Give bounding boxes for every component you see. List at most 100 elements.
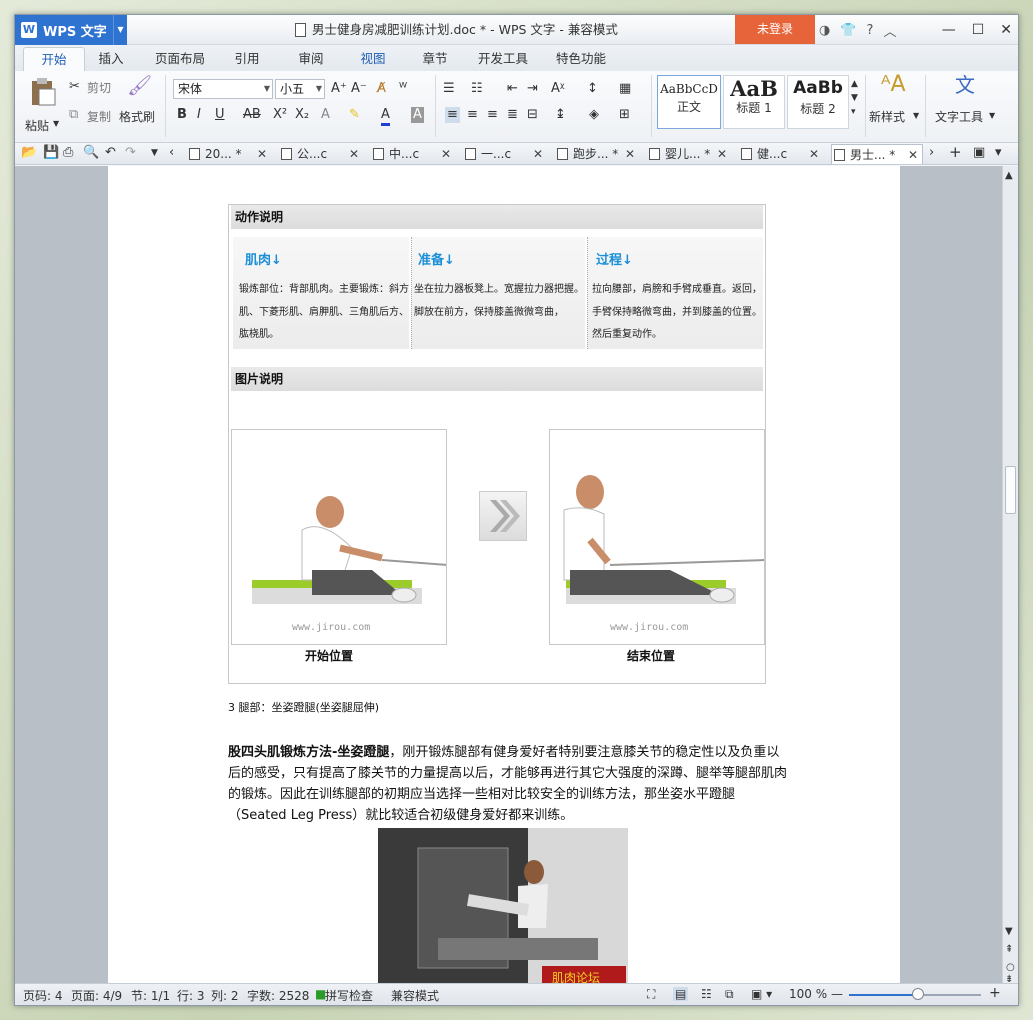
doc-tab[interactable]: 20... * ✕ (187, 144, 271, 164)
outline-view-icon[interactable]: ☷ (701, 987, 712, 1001)
tab-chapter[interactable]: 章节 (415, 47, 455, 71)
doc-tab[interactable]: 婴儿... * ✕ (647, 144, 731, 164)
align-right-icon[interactable]: ≡ (487, 107, 498, 123)
doc-tab[interactable]: 健...c ✕ (739, 144, 823, 164)
prev-page-icon[interactable]: ⇞ (1005, 942, 1013, 958)
numbered-list-icon[interactable]: ☷ (471, 81, 483, 97)
zoom-in-icon[interactable]: + (989, 985, 1001, 1001)
shrink-font-icon[interactable]: A⁻ (351, 81, 367, 97)
maximize-icon[interactable]: ☐ (972, 22, 985, 38)
zoom-out-icon[interactable]: — (831, 987, 843, 1001)
font-family-select[interactable]: 宋体 ▼ (173, 79, 273, 99)
collapse-ribbon-icon[interactable]: ︿ (883, 21, 896, 40)
underline-icon[interactable]: U (215, 107, 225, 123)
bullet-list-icon[interactable]: ☰ (443, 81, 455, 97)
new-tab-icon[interactable]: + (949, 144, 962, 160)
skin-icon[interactable]: ◑ (819, 23, 830, 38)
chevron-down-icon[interactable]: ▼ (989, 111, 995, 120)
style-normal[interactable]: AaBbCcD 正文 (657, 75, 721, 129)
align-center-icon[interactable]: ≡ (467, 107, 478, 123)
spell-check-button[interactable]: 拼写检查 (325, 987, 373, 1004)
vertical-scrollbar[interactable]: ▲ ▼ ⇞ ○ ⇟ (1002, 166, 1018, 985)
close-icon[interactable]: ✕ (908, 145, 918, 165)
new-style-button[interactable]: 新样式 (869, 108, 905, 125)
tab-insert[interactable]: 插入 (91, 47, 131, 71)
align-left-icon[interactable]: ≡ (445, 107, 460, 123)
grow-font-icon[interactable]: A⁺ (331, 81, 347, 97)
style-heading-2[interactable]: AaBb 标题 2 (787, 75, 849, 129)
fullscreen-icon[interactable]: ⛶ (647, 987, 655, 1002)
chevron-down-icon[interactable]: ▼ (151, 145, 158, 161)
chevron-down-icon[interactable]: ▼ (113, 15, 127, 45)
line-spacing-icon[interactable]: ↨ (555, 107, 566, 123)
doc-tab[interactable]: 一...c ✕ (463, 144, 547, 164)
doc-tab[interactable]: 跑步... * ✕ (555, 144, 639, 164)
strikethrough-icon[interactable]: AB (243, 107, 261, 123)
tab-review[interactable]: 审阅 (291, 47, 331, 71)
print-icon[interactable]: ⎙ (63, 145, 73, 161)
print-preview-icon[interactable]: 🔍 (83, 145, 99, 161)
cut-button[interactable]: 剪切 (87, 79, 111, 96)
doc-tab-active[interactable]: 男士... * ✕ (831, 144, 923, 164)
close-icon[interactable]: ✕ (441, 144, 451, 164)
redo-icon[interactable]: ↷ (125, 145, 136, 161)
tab-scroll-right-icon[interactable]: › (929, 145, 934, 161)
justify-icon[interactable]: ≣ (507, 107, 518, 123)
chevron-down-icon[interactable]: ▼ (913, 111, 919, 120)
close-icon[interactable]: ✕ (257, 144, 267, 164)
borders-icon[interactable]: ⊞ (619, 107, 630, 123)
distribute-icon[interactable]: ⊟ (527, 107, 538, 123)
tab-references[interactable]: 引用 (227, 47, 267, 71)
superscript-icon[interactable]: X² (273, 107, 287, 123)
close-icon[interactable]: ✕ (717, 144, 727, 164)
text-effect-icon[interactable]: A (321, 107, 330, 123)
increase-indent-icon[interactable]: ⇥ (527, 81, 538, 97)
tab-developer[interactable]: 开发工具 (471, 47, 535, 71)
tab-scroll-left-icon[interactable]: ‹ (169, 145, 174, 161)
subscript-icon[interactable]: X₂ (295, 107, 309, 123)
text-tools-button[interactable]: 文字工具 (935, 108, 983, 125)
help-icon[interactable]: ? (867, 23, 874, 38)
sort-icon[interactable]: ↕ (587, 81, 598, 97)
highlight-icon[interactable]: ✎ (349, 107, 360, 123)
tab-page-layout[interactable]: 页面布局 (149, 47, 211, 71)
tab-view[interactable]: 视图 (353, 47, 393, 71)
font-color-icon[interactable]: A (381, 107, 390, 126)
shading-icon[interactable]: ◈ (589, 107, 599, 123)
close-icon[interactable]: ✕ (809, 144, 819, 164)
close-icon[interactable]: ✕ (625, 144, 635, 164)
close-icon[interactable]: ✕ (533, 144, 543, 164)
table-icon[interactable]: ▦ (619, 81, 631, 97)
font-size-select[interactable]: 小五 ▼ (275, 79, 325, 99)
close-icon[interactable]: ✕ (1000, 22, 1012, 38)
scroll-down-icon[interactable]: ▼ (1005, 924, 1013, 940)
tab-list-icon[interactable]: ▣ (973, 145, 985, 161)
document-page[interactable]: 动作说明 肌肉↓ 锻炼部位：背部肌肉。主要锻炼：斜方肌、下菱形肌、肩胛肌、三角肌… (108, 166, 900, 984)
page-view-icon[interactable]: ▤ (673, 987, 689, 1001)
zoom-slider-knob[interactable] (911, 988, 924, 1000)
read-view-icon[interactable]: ▣ ▾ (751, 987, 772, 1001)
clear-format-icon[interactable]: A̸ (377, 81, 386, 97)
style-heading-1[interactable]: AaB 标题 1 (723, 75, 785, 129)
minimize-icon[interactable]: — (942, 22, 956, 38)
doc-tab[interactable]: 公...c ✕ (279, 144, 363, 164)
bold-icon[interactable]: B (177, 107, 187, 123)
tab-home[interactable]: 开始 (23, 47, 85, 71)
paste-dropdown-icon[interactable]: ▼ (53, 119, 59, 128)
document-area[interactable]: ▤ ▾ 动作说明 肌肉↓ 锻炼部位：背部肌肉。主要锻炼：斜方肌、下菱形肌、肩胛肌… (15, 166, 1005, 984)
save-icon[interactable]: 💾 (43, 145, 59, 161)
char-shading-icon[interactable]: A (411, 107, 424, 123)
app-menu-button[interactable]: W WPS 文字 ▼ (15, 15, 127, 45)
tab-menu-icon[interactable]: ▾ (995, 145, 1002, 161)
zoom-slider[interactable] (849, 988, 981, 1000)
tab-features[interactable]: 特色功能 (549, 47, 613, 71)
close-icon[interactable]: ✕ (349, 144, 359, 164)
copy-button[interactable]: 复制 (87, 108, 111, 125)
char-spacing-icon[interactable]: Aᵡ (551, 81, 565, 97)
phonetic-icon[interactable]: ᵂ (399, 81, 407, 97)
zoom-value[interactable]: 100 % (789, 987, 827, 1001)
decrease-indent-icon[interactable]: ⇤ (507, 81, 518, 97)
web-view-icon[interactable]: ⧉ (725, 987, 734, 1002)
format-painter-button[interactable]: 格式刷 (119, 108, 155, 125)
login-button[interactable]: 未登录 (735, 15, 815, 44)
